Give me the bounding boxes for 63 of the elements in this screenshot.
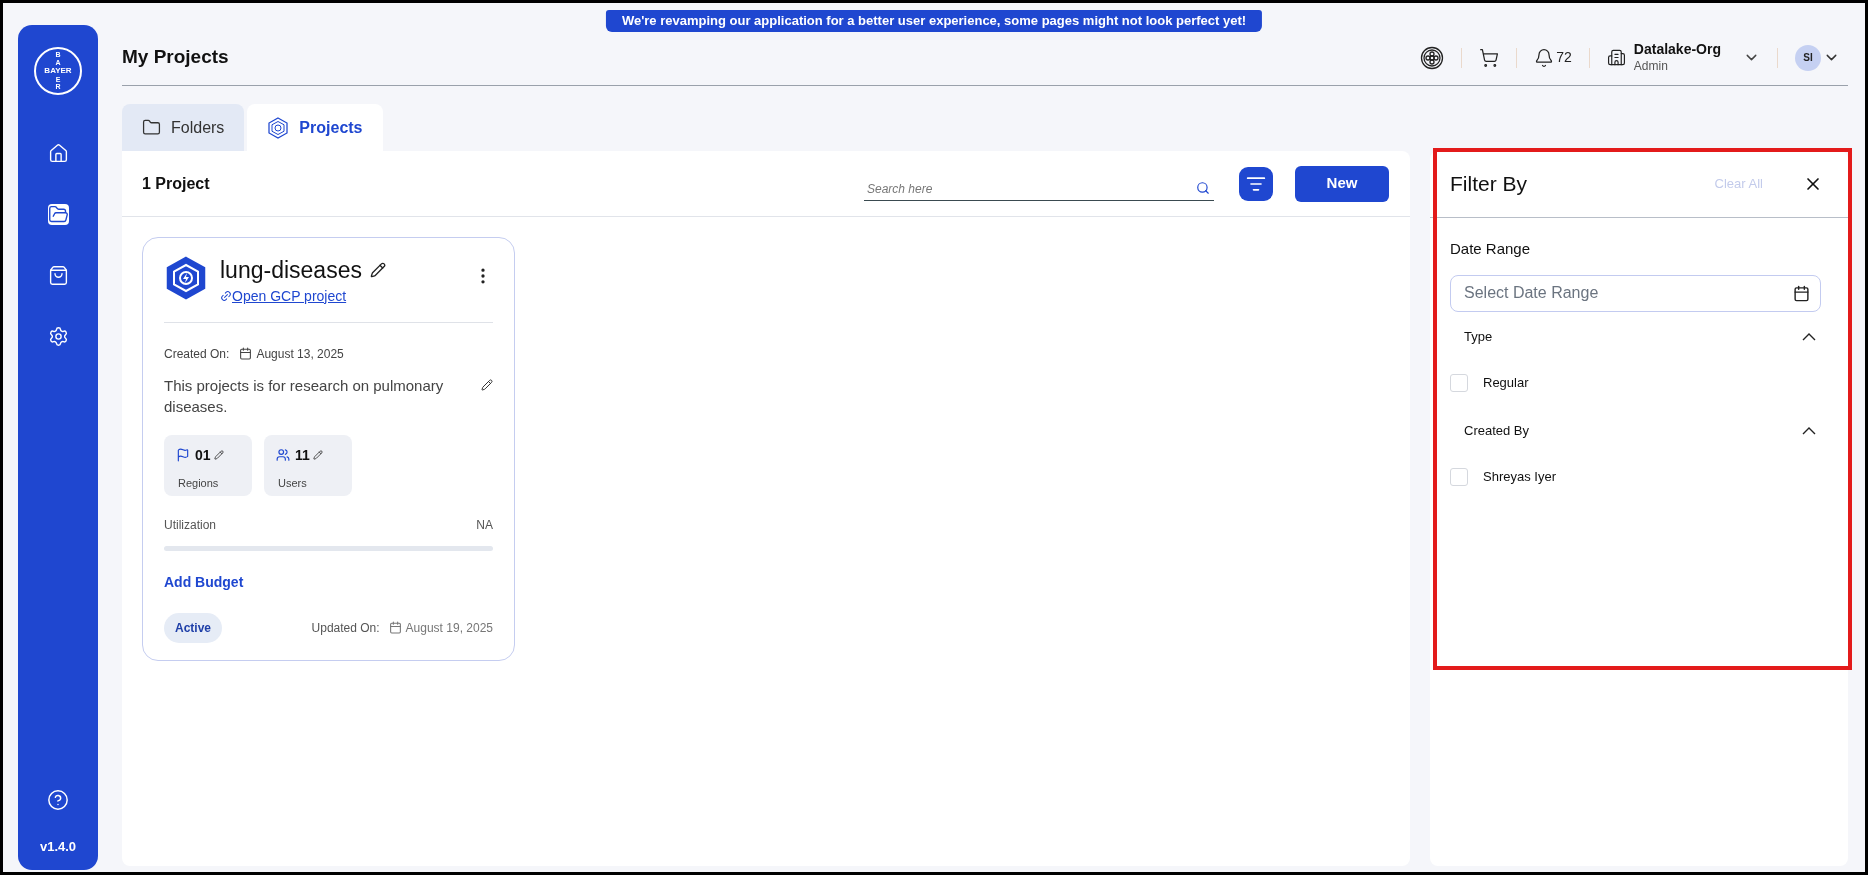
hexagon-icon [267, 116, 290, 139]
updated-label: Updated On: [311, 619, 380, 637]
stat-value: 11 [295, 445, 310, 465]
home-icon [47, 142, 69, 164]
stat-value: 01 [195, 445, 211, 465]
section-label: Date Range [1450, 239, 1532, 259]
checkbox[interactable] [1450, 373, 1468, 392]
new-button[interactable]: New [1295, 165, 1389, 202]
section-header[interactable]: Created By [1450, 407, 1828, 454]
project-count: 1 Project [142, 173, 210, 194]
org-role: Admin [1633, 58, 1669, 74]
stat-label: Users [278, 475, 308, 491]
checkbox[interactable] [1450, 467, 1468, 486]
section-header[interactable]: Type [1450, 313, 1828, 360]
version-label: v1.4.0 [39, 837, 77, 856]
date-range-field[interactable]: Select Date Range [1450, 274, 1821, 312]
stat-label: Regions [178, 475, 220, 491]
add-budget-link[interactable]: Add Budget [164, 571, 493, 593]
org-switcher[interactable]: Datalake-Org Admin [1606, 41, 1760, 74]
project-icon [164, 256, 208, 300]
option-label: Regular [1483, 373, 1529, 392]
cart-icon[interactable] [1479, 47, 1500, 68]
project-name: lung-diseases [220, 256, 362, 285]
search-field[interactable]: Search here [864, 177, 1214, 202]
project-description: This projects is for research on pulmonary diseases. [164, 375, 445, 417]
building-icon [1606, 48, 1626, 67]
bell-icon [1534, 47, 1555, 68]
created-date: August 13, 2025 [256, 345, 344, 363]
filter-title: Filter By [1450, 171, 1527, 198]
announcement-banner: We're revamping our application for a better user experience, some pages might not look perfect yet! [605, 10, 1263, 32]
flag-icon [176, 448, 190, 463]
option-label: Shreyas Iyer [1483, 467, 1556, 486]
utilization-reading: NA [476, 516, 493, 534]
calendar-icon [1793, 284, 1810, 302]
edit-icon[interactable] [481, 378, 493, 391]
tab[interactable]: Folders [122, 104, 245, 151]
search-icon [1196, 180, 1210, 195]
user-menu[interactable]: SI [1795, 44, 1840, 71]
settings-icon [47, 325, 69, 347]
calendar-icon [239, 347, 253, 361]
org-name: Datalake-Org [1633, 41, 1721, 59]
tab[interactable]: Projects [247, 104, 383, 151]
help-icon[interactable] [47, 788, 69, 811]
updated-date: August 19, 2025 [405, 619, 493, 637]
nav-item[interactable] [45, 201, 71, 227]
gcp-link[interactable]: Open GCP project [220, 285, 473, 307]
utilization-label: Utilization [164, 516, 217, 534]
folder-icon [142, 118, 161, 137]
calendar-icon [388, 621, 402, 635]
notifications-button[interactable]: 72 [1534, 47, 1572, 68]
chevron-up-icon [1802, 332, 1816, 341]
filter-button[interactable] [1239, 166, 1273, 201]
edit-icon[interactable] [369, 262, 386, 279]
bag-icon [47, 264, 69, 286]
page-title: My Projects [122, 45, 229, 70]
status-badge: Active [164, 612, 223, 643]
users-icon [276, 448, 290, 463]
folder-icon [47, 203, 69, 225]
chevron-up-icon [1802, 426, 1816, 435]
logo-text: BAYER [44, 67, 72, 75]
flower-icon[interactable] [1420, 45, 1445, 70]
created-label: Created On: [164, 345, 230, 363]
avatar: SI [1795, 44, 1821, 71]
